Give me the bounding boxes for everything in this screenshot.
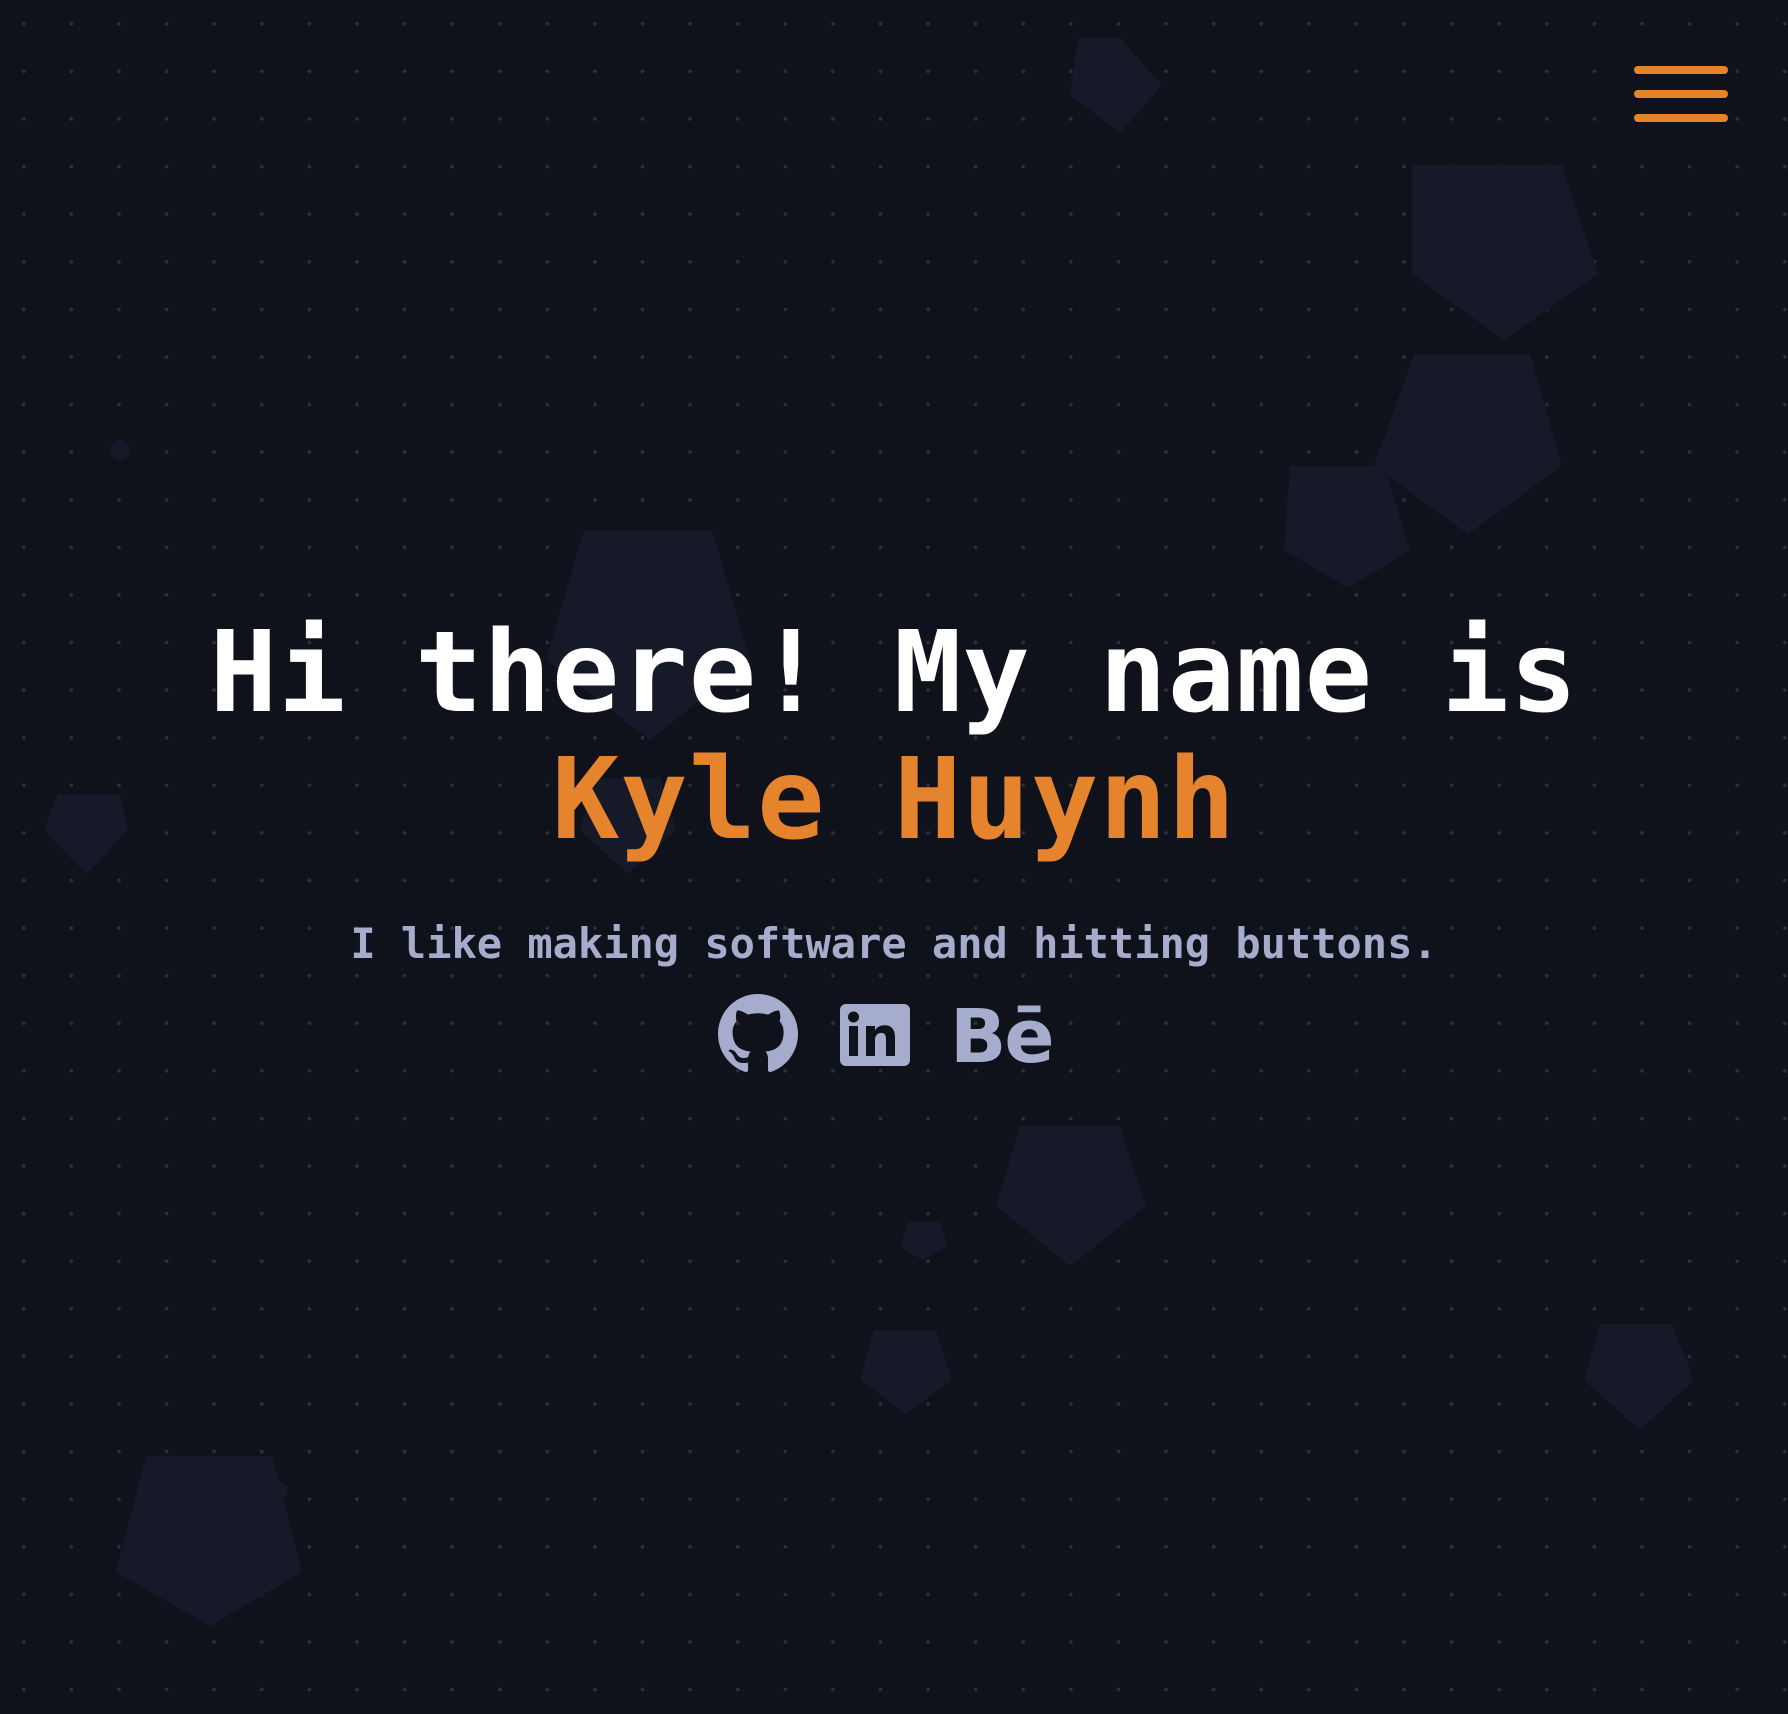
hero-tagline: I like making software and hitting butto…: [350, 919, 1438, 968]
hero-section: Hi there! My name is Kyle Huynh I like m…: [150, 610, 1638, 970]
bg-dot: [110, 440, 130, 460]
bg-pentagon: [860, 1330, 952, 1414]
behance-link[interactable]: Bē: [950, 994, 1060, 1080]
linkedin-icon: [840, 1004, 910, 1066]
hero-headline: Hi there! My name is Kyle Huynh: [150, 610, 1638, 864]
hero-name: Kyle Huynh: [551, 735, 1237, 865]
social-links: Bē: [0, 994, 1788, 1084]
bg-pentagon: [996, 1126, 1146, 1266]
bg-pentagon: [44, 794, 128, 874]
bg-pentagon: [1412, 165, 1598, 340]
github-icon: [718, 994, 798, 1073]
menu-bar-icon: [1634, 114, 1728, 122]
linkedin-link[interactable]: [840, 994, 910, 1080]
page: Hi there! My name is Kyle Huynh I like m…: [0, 0, 1788, 1714]
bg-pentagon: [900, 1222, 948, 1260]
hero-greeting: Hi there! My name is: [209, 608, 1579, 738]
menu-bar-icon: [1634, 90, 1728, 98]
bg-dot: [272, 1482, 288, 1498]
menu-bar-icon: [1634, 66, 1728, 74]
hamburger-menu-button[interactable]: [1632, 64, 1730, 124]
behance-icon: Bē: [950, 994, 1055, 1080]
bg-pentagon: [116, 1456, 302, 1626]
bg-pentagon: [1070, 38, 1162, 133]
github-link[interactable]: [718, 994, 798, 1080]
bg-pentagon: [1284, 466, 1410, 588]
bg-pentagon: [1584, 1324, 1694, 1430]
bg-pentagon: [1374, 354, 1562, 534]
